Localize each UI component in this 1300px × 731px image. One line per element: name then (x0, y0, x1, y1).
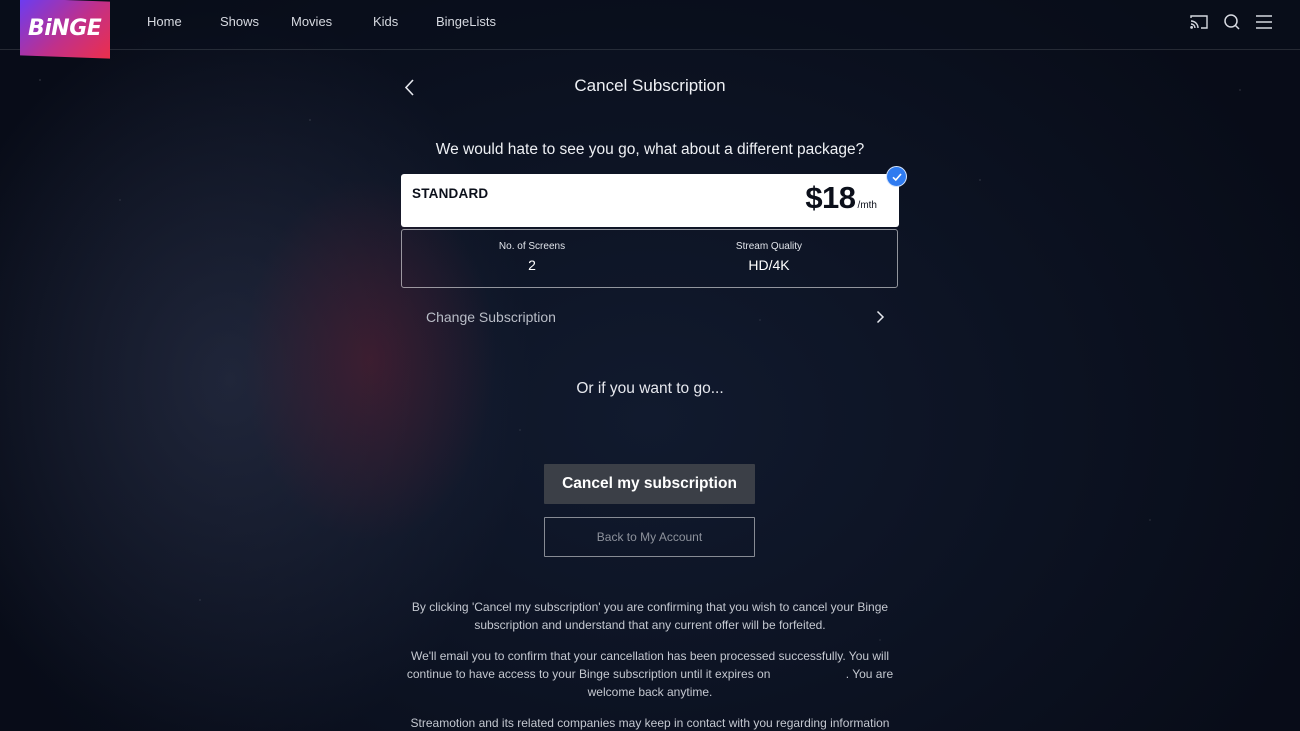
legal-paragraph-2-start: We'll email you to confirm that your can… (406, 649, 890, 681)
menu-icon[interactable] (1254, 12, 1274, 32)
price-unit: /mth (857, 200, 877, 211)
quality-label: Stream Quality (735, 241, 803, 252)
legal-text: By clicking 'Cancel my subscription' you… (405, 598, 895, 731)
nav-shows[interactable]: Shows (220, 14, 259, 29)
screens-value: 2 (528, 257, 536, 273)
plan-card[interactable]: STANDARD $18 /mth (401, 174, 899, 227)
plan-name: STANDARD (412, 186, 489, 201)
price-amount: $18 (805, 180, 856, 215)
retention-prompt: We would hate to see you go, what about … (435, 141, 865, 158)
change-subscription-link[interactable]: Change Subscription (426, 305, 888, 329)
search-icon[interactable] (1222, 12, 1242, 32)
legal-paragraph-3: Streamotion and its related companies ma… (410, 716, 890, 730)
plan-details: No. of Screens 2 Stream Quality HD/4K (401, 229, 898, 288)
screens-detail: No. of Screens 2 (432, 241, 632, 273)
nav-home[interactable]: Home (147, 14, 182, 29)
quality-detail: Stream Quality HD/4K (669, 241, 869, 273)
back-to-account-button[interactable]: Back to My Account (544, 517, 755, 557)
leave-prompt: Or if you want to go... (576, 380, 724, 397)
cast-icon[interactable] (1189, 12, 1209, 32)
top-navigation-bar: BiNGE Home Shows Movies Kids BingeLists (0, 0, 1300, 59)
cancel-subscription-button[interactable]: Cancel my subscription (544, 464, 755, 504)
nav-kids[interactable]: Kids (373, 14, 398, 29)
page-title: Cancel Subscription (574, 76, 726, 95)
plan-price: $18 /mth (805, 180, 877, 216)
legal-paragraph-2: We'll email you to confirm that your can… (405, 647, 895, 701)
change-subscription-label: Change Subscription (426, 309, 556, 325)
chevron-right-icon (872, 309, 888, 325)
legal-paragraph-1: By clicking 'Cancel my subscription' you… (411, 600, 889, 632)
binge-logo[interactable]: BiNGE (20, 0, 110, 59)
quality-value: HD/4K (748, 257, 790, 273)
nav-movies[interactable]: Movies (291, 14, 332, 29)
logo-text: BiNGE (28, 15, 102, 41)
check-icon (886, 166, 907, 187)
page: BiNGE Home Shows Movies Kids BingeLists (0, 0, 1300, 731)
screens-label: No. of Screens (498, 241, 566, 252)
nav-bingelists[interactable]: BingeLists (436, 14, 496, 29)
